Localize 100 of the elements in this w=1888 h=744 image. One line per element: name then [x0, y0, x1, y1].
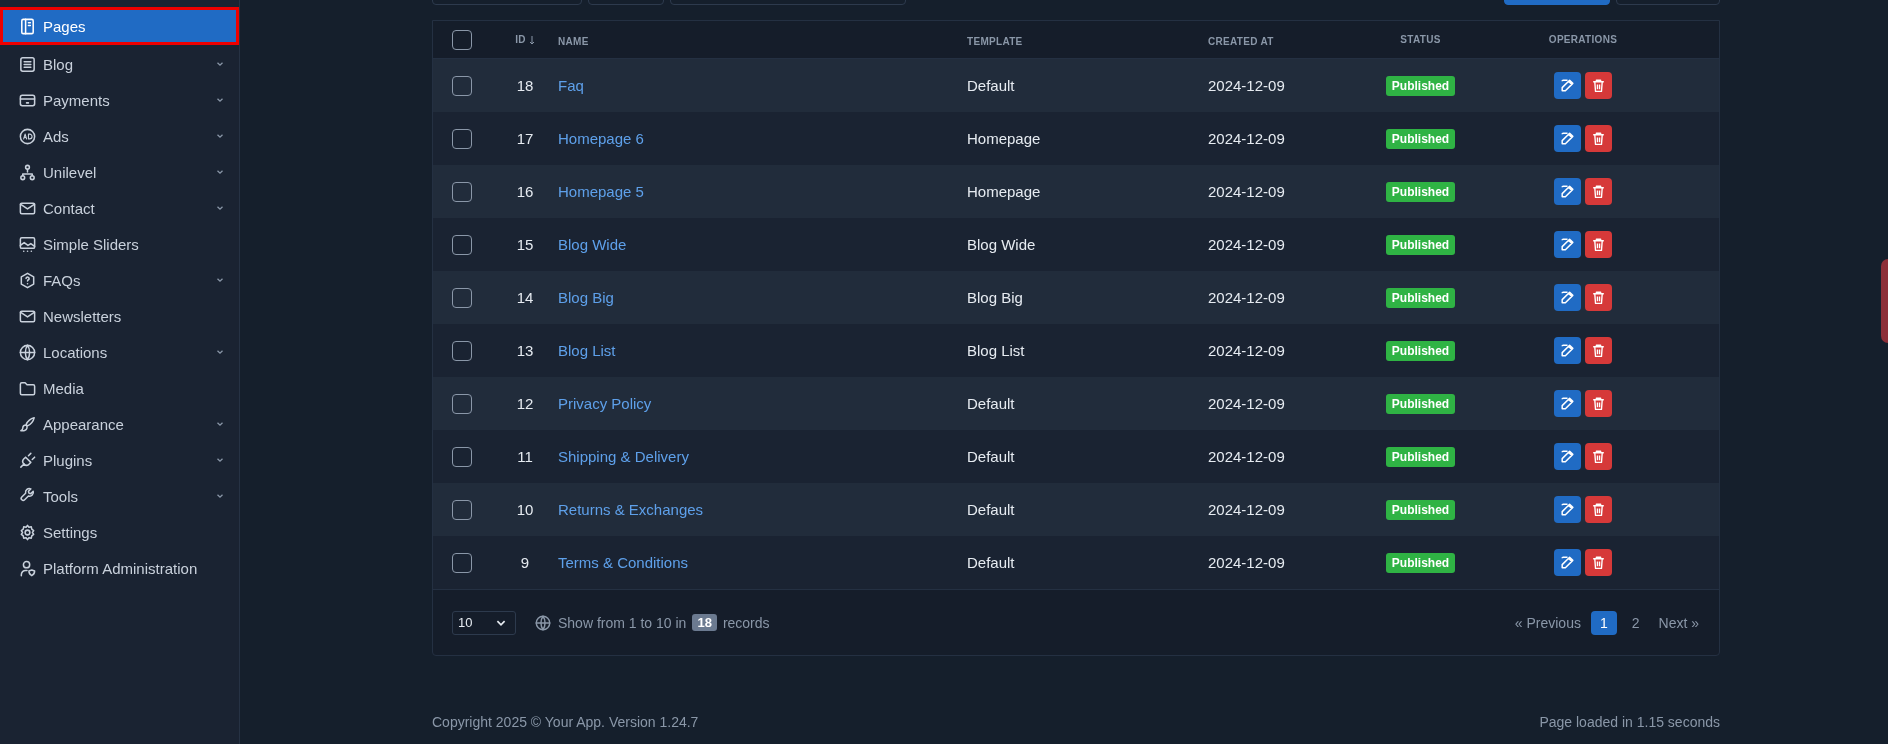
- row-checkbox[interactable]: [452, 446, 472, 467]
- page-number[interactable]: 1: [1590, 610, 1617, 635]
- table-cell: Blog Big: [967, 289, 1023, 306]
- page-link[interactable]: Returns & Exchanges: [558, 501, 704, 518]
- copyright-text: Copyright 2025 © Your App. Version 1.24.7: [432, 714, 699, 730]
- sidebar-item[interactable]: Unilevel: [0, 154, 239, 190]
- edit-button[interactable]: [1554, 125, 1581, 152]
- book-icon: [18, 16, 37, 36]
- trash-icon: [1590, 554, 1607, 571]
- trash-icon: [1590, 395, 1607, 412]
- sidebar-item[interactable]: Payments: [0, 82, 239, 118]
- sidebar-item[interactable]: Tools: [0, 478, 239, 514]
- row-checkbox[interactable]: [452, 340, 472, 361]
- page-link[interactable]: Homepage 6: [558, 130, 644, 147]
- sidebar-item[interactable]: Settings: [0, 514, 239, 550]
- edit-button[interactable]: [1554, 337, 1581, 364]
- delete-button[interactable]: [1585, 231, 1612, 258]
- load-time-text: Page loaded in 1.15 seconds: [1539, 714, 1720, 730]
- delete-button[interactable]: [1585, 549, 1612, 576]
- trash-icon: [1590, 342, 1607, 359]
- edit-button[interactable]: [1554, 284, 1581, 311]
- table-cell: 13: [516, 342, 534, 359]
- row-checkbox[interactable]: [452, 393, 472, 414]
- sidebar-item[interactable]: Contact: [0, 190, 239, 226]
- table-cell: 16: [516, 183, 534, 200]
- trash-icon: [1590, 289, 1607, 306]
- edit-button[interactable]: [1554, 496, 1581, 523]
- sidebar-item[interactable]: Appearance: [0, 406, 239, 442]
- table-cell: 2024-12-09: [1208, 448, 1285, 465]
- edit-icon: [1559, 130, 1576, 147]
- sidebar-item[interactable]: Media: [0, 370, 239, 406]
- per-page-select[interactable]: 10: [452, 610, 516, 635]
- status-badge: Published: [1385, 234, 1456, 255]
- edit-button[interactable]: [1554, 178, 1581, 205]
- globe-icon: [534, 613, 552, 632]
- records-info: Show from 1 to 10 in: [558, 614, 687, 631]
- delete-button[interactable]: [1585, 337, 1612, 364]
- previous-link[interactable]: « Previous: [1510, 614, 1585, 631]
- edit-icon: [1559, 77, 1576, 94]
- table-cell: 2024-12-09: [1208, 183, 1285, 200]
- delete-button[interactable]: [1585, 72, 1612, 99]
- column-header[interactable]: TEMPLATE: [967, 36, 1023, 47]
- status-badge: Published: [1385, 128, 1456, 149]
- row-checkbox[interactable]: [452, 128, 472, 149]
- sidebar-item[interactable]: Plugins: [0, 442, 239, 478]
- delete-button[interactable]: [1585, 125, 1612, 152]
- edit-icon: [1559, 342, 1576, 359]
- delete-button[interactable]: [1585, 178, 1612, 205]
- delete-button[interactable]: [1585, 390, 1612, 417]
- select-all-checkbox[interactable]: [452, 29, 472, 50]
- row-checkbox[interactable]: [452, 287, 472, 308]
- page-link[interactable]: Privacy Policy: [558, 395, 652, 412]
- globe-icon: [18, 342, 37, 362]
- sidebar-item[interactable]: Blog: [0, 46, 239, 82]
- sidebar-item[interactable]: FAQs: [0, 262, 239, 298]
- page-link[interactable]: Shipping & Delivery: [558, 448, 689, 465]
- delete-button[interactable]: [1585, 443, 1612, 470]
- table-cell: Default: [967, 448, 1015, 465]
- edit-button[interactable]: [1554, 549, 1581, 576]
- sidebar-item[interactable]: Pages: [0, 7, 239, 45]
- page-link[interactable]: Blog Wide: [558, 236, 627, 253]
- page-number[interactable]: 2: [1622, 610, 1649, 635]
- column-header[interactable]: STATUS: [1400, 34, 1441, 45]
- edit-button[interactable]: [1554, 390, 1581, 417]
- edit-icon: [1559, 395, 1576, 412]
- column-header[interactable]: ID: [515, 34, 526, 45]
- table-cell: 18: [516, 77, 534, 94]
- row-checkbox[interactable]: [452, 499, 472, 520]
- table-cell: Default: [967, 77, 1015, 94]
- page-link[interactable]: Terms & Conditions: [558, 554, 689, 571]
- row-checkbox[interactable]: [452, 552, 472, 573]
- column-header[interactable]: NAME: [558, 36, 589, 47]
- page-link[interactable]: Blog List: [558, 342, 616, 359]
- status-badge: Published: [1385, 393, 1456, 414]
- edit-button[interactable]: [1554, 231, 1581, 258]
- trash-icon: [1590, 77, 1607, 94]
- status-badge: Published: [1385, 552, 1456, 573]
- edit-button[interactable]: [1554, 72, 1581, 99]
- trash-icon: [1590, 501, 1607, 518]
- sidebar-item[interactable]: Newsletters: [0, 298, 239, 334]
- records-count: 18: [692, 614, 717, 631]
- edit-button[interactable]: [1554, 443, 1581, 470]
- page-link[interactable]: Faq: [558, 77, 584, 94]
- table-cell: 2024-12-09: [1208, 236, 1285, 253]
- table-cell: 2024-12-09: [1208, 77, 1285, 94]
- sidebar-item[interactable]: Platform Administration: [0, 550, 239, 586]
- row-checkbox[interactable]: [452, 181, 472, 202]
- row-checkbox[interactable]: [452, 75, 472, 96]
- table-cell: 14: [516, 289, 534, 306]
- delete-button[interactable]: [1585, 496, 1612, 523]
- page-link[interactable]: Blog Big: [558, 289, 614, 306]
- page-link[interactable]: Homepage 5: [558, 183, 644, 200]
- sidebar-item[interactable]: Ads: [0, 118, 239, 154]
- column-header[interactable]: CREATED AT: [1208, 36, 1274, 47]
- table-cell: Blog List: [967, 342, 1025, 359]
- sidebar-item[interactable]: Simple Sliders: [0, 226, 239, 262]
- delete-button[interactable]: [1585, 284, 1612, 311]
- next-link[interactable]: Next »: [1654, 614, 1703, 631]
- sidebar-item[interactable]: Locations: [0, 334, 239, 370]
- row-checkbox[interactable]: [452, 234, 472, 255]
